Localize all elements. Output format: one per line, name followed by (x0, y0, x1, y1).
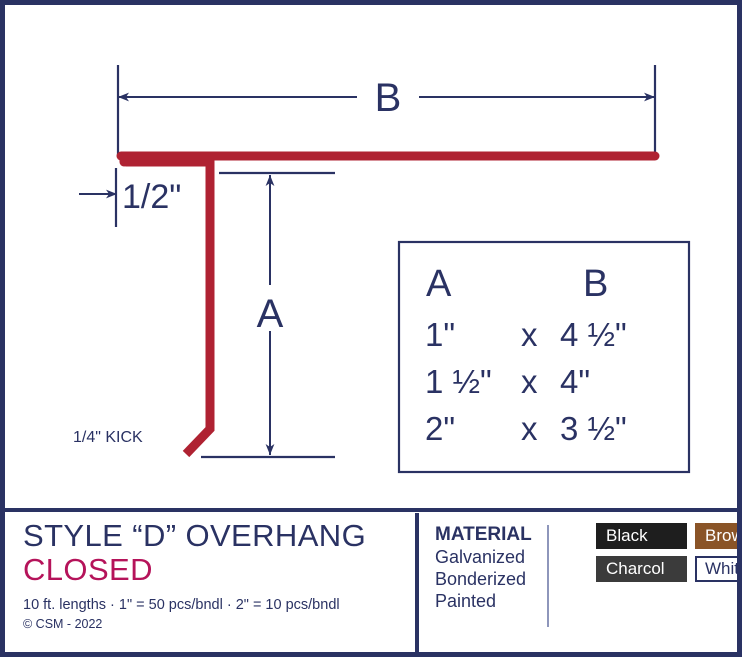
profile-diagram: B 1/2" A 1/4" KICK A B 1" x 4 ½" 1 ½" x … (73, 65, 691, 474)
size-row-0-b: 4 ½" (560, 316, 627, 353)
b-dimension-label: B (375, 76, 402, 120)
dimension-a-group: A (201, 171, 335, 459)
page-subtitle: CLOSED (23, 552, 153, 587)
material-block: MATERIAL Galvanized Bonderized Painted B… (435, 523, 737, 612)
page-title: STYLE “D” OVERHANG (23, 518, 367, 553)
size-row-2-a: 2" (425, 410, 455, 447)
copyright-note: © CSM - 2022 (23, 617, 103, 631)
color-swatch-grid: Black Brown Charcol White (596, 523, 737, 612)
color-swatch-charcol[interactable]: Charcol (596, 556, 687, 582)
profile-vertical-leg-and-kick (182, 157, 215, 458)
color-swatch-black[interactable]: Black (596, 523, 687, 549)
spec-sheet: B 1/2" A 1/4" KICK A B 1" x 4 ½" 1 ½" x … (0, 0, 742, 657)
size-table-header-a: A (426, 263, 452, 305)
dimension-b-group: B (116, 65, 657, 155)
drawing-area: B 1/2" A 1/4" KICK A B 1" x 4 ½" 1 ½" x … (5, 5, 737, 513)
color-swatch-white[interactable]: White (695, 556, 737, 582)
kick-label: 1/4" KICK (73, 429, 143, 446)
size-table-header-b: B (583, 263, 608, 305)
dimension-half-inch-group: 1/2" (79, 168, 181, 227)
titleblock-divider-horizontal (5, 508, 737, 512)
title-block: STYLE “D” OVERHANG CLOSED 10 ft. lengths… (23, 519, 408, 633)
size-row-2-b: 3 ½" (560, 410, 627, 447)
a-dimension-label: A (257, 292, 284, 336)
size-row-1-x: x (521, 363, 538, 400)
size-row-1-a: 1 ½" (425, 363, 492, 400)
size-table: A B 1" x 4 ½" 1 ½" x 4" 2" x 3 ½" (397, 240, 691, 474)
size-row-0-a: 1" (425, 316, 455, 353)
material-list: MATERIAL Galvanized Bonderized Painted (435, 523, 553, 612)
half-inch-label: 1/2" (122, 178, 181, 216)
size-row-1-b: 4" (560, 363, 590, 400)
material-item-painted: Painted (435, 591, 497, 611)
size-row-0-x: x (521, 316, 538, 353)
size-row-2-x: x (521, 410, 538, 447)
material-item-galvanized: Galvanized (435, 547, 526, 567)
color-swatch-brown[interactable]: Brown (695, 523, 737, 549)
packaging-note: 10 ft. lengths · 1" = 50 pcs/bndl · 2" =… (23, 597, 340, 613)
material-heading: MATERIAL (435, 524, 532, 545)
titleblock-divider-vertical (415, 513, 419, 652)
material-item-bonderized: Bonderized (435, 569, 527, 589)
